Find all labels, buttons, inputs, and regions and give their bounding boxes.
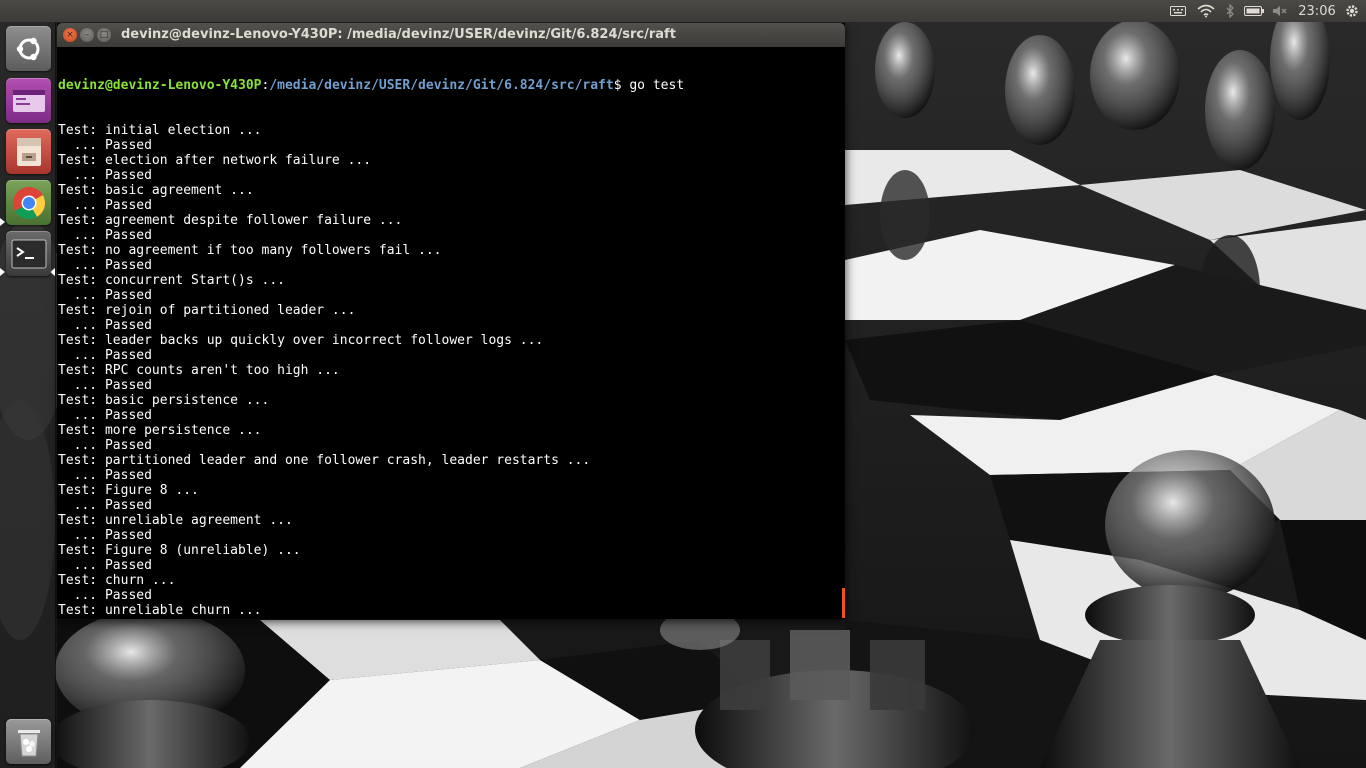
volume-muted-icon[interactable] [1269, 0, 1291, 22]
typed-command: go test [621, 78, 685, 93]
terminal-output-line: ... Passed [58, 288, 152, 303]
launcher-running-indicator [0, 218, 5, 226]
window-titlebar[interactable]: × – □ devinz@devinz-Lenovo-Y430P: /media… [57, 23, 845, 47]
maximize-button[interactable]: □ [97, 28, 111, 42]
terminal-output-line: Test: Figure 8 (unreliable) ... [58, 543, 301, 558]
command-prompt-line: devinz@devinz-Lenovo-Y430P:/media/devinz… [58, 78, 845, 93]
prompt-dollar: $ [613, 78, 622, 93]
scrollbar-thumb[interactable] [842, 588, 845, 618]
terminal-output-line: ... Passed [58, 618, 845, 619]
clock[interactable]: 23:06 [1296, 0, 1338, 22]
terminal-output-line: ... Passed [58, 348, 152, 363]
terminal-window[interactable]: × – □ devinz@devinz-Lenovo-Y430P: /media… [57, 23, 845, 619]
prompt-path: /media/devinz/USER/devinz/Git/6.824/src/… [269, 78, 614, 93]
terminal-output-line: Test: more persistence ... [58, 423, 262, 438]
terminal-output[interactable]: devinz@devinz-Lenovo-Y430P:/media/devinz… [57, 47, 845, 619]
terminal-output-line: ... Passed [58, 468, 152, 483]
terminal-output-line: Test: Figure 8 ... [58, 483, 199, 498]
bluetooth-icon[interactable] [1220, 0, 1240, 22]
terminal-output-line: Test: concurrent Start()s ... [58, 273, 285, 288]
terminal-output-line: Test: basic agreement ... [58, 183, 254, 198]
minimize-icon: – [84, 30, 90, 40]
terminal-output-line: ... Passed [58, 228, 152, 243]
terminal-output-line: ... Passed [58, 498, 152, 513]
terminal-output-line: ... Passed [58, 318, 152, 333]
terminal-output-line: Test: rejoin of partitioned leader ... [58, 303, 356, 318]
terminal-output-line: ... Passed [58, 588, 152, 603]
launcher-item-file-manager[interactable] [6, 129, 51, 174]
terminal-output-line: Test: unreliable churn ... [58, 603, 262, 618]
file-cabinet-icon [16, 137, 41, 166]
terminal-output-line: ... Passed [58, 528, 152, 543]
gear-icon[interactable] [1342, 0, 1362, 22]
terminal-output-line: ... Passed [58, 378, 152, 393]
terminal-output-line: Test: RPC counts aren't too high ... [58, 363, 340, 378]
top-panel: 23:06 [0, 0, 1366, 22]
terminal-output-line: Test: partitioned leader and one followe… [58, 453, 591, 468]
prompt-user: devinz@devinz-Lenovo-Y430P [58, 78, 262, 93]
terminal-output-line: ... Passed [58, 558, 152, 573]
launcher-item-files-app[interactable] [6, 78, 51, 123]
terminal-output-line: ... Passed [58, 258, 152, 273]
launcher [0, 22, 56, 768]
output-lines: Test: initial election ... ... Passed Tes… [58, 123, 845, 619]
terminal-output-line: Test: election after network failure ... [58, 153, 372, 168]
terminal-output-line: Test: initial election ... [58, 123, 262, 138]
minimize-button[interactable]: – [80, 28, 94, 42]
window-title: devinz@devinz-Lenovo-Y430P: /media/devin… [121, 27, 676, 42]
terminal-output-line: Test: agreement despite follower failure… [58, 213, 403, 228]
terminal-output-line: ... Passed [58, 198, 152, 213]
close-icon: × [66, 30, 74, 40]
chrome-icon [12, 186, 45, 219]
terminal-output-line: Test: basic persistence ... [58, 393, 270, 408]
launcher-item-terminal[interactable] [6, 231, 51, 276]
terminal-output-line: Test: churn ... [58, 573, 176, 588]
terminal-output-line: Test: unreliable agreement ... [58, 513, 293, 528]
terminal-output-line: ... Passed [58, 138, 152, 153]
terminal-output-line: Test: leader backs up quickly over incor… [58, 333, 544, 348]
terminal-output-line: Test: no agreement if too many followers… [58, 243, 442, 258]
close-button[interactable]: × [63, 28, 77, 42]
terminal-output-line: ... Passed [58, 438, 152, 453]
keyboard-icon[interactable] [1167, 0, 1189, 22]
launcher-item-trash[interactable] [6, 719, 51, 764]
launcher-running-indicator [0, 268, 5, 276]
maximize-icon: □ [99, 30, 109, 40]
wifi-icon[interactable] [1194, 0, 1218, 22]
trash-icon [17, 729, 40, 756]
terminal-output-line: ... Passed [58, 168, 152, 183]
battery-icon[interactable] [1242, 0, 1266, 22]
terminal-output-line: ... Passed [58, 408, 152, 423]
launcher-item-chrome[interactable] [6, 180, 51, 225]
launcher-item-ubuntu-dash[interactable] [6, 26, 51, 71]
ubuntu-logo-icon [16, 37, 39, 60]
terminal-icon [11, 239, 46, 268]
purple-app-icon [12, 89, 45, 112]
